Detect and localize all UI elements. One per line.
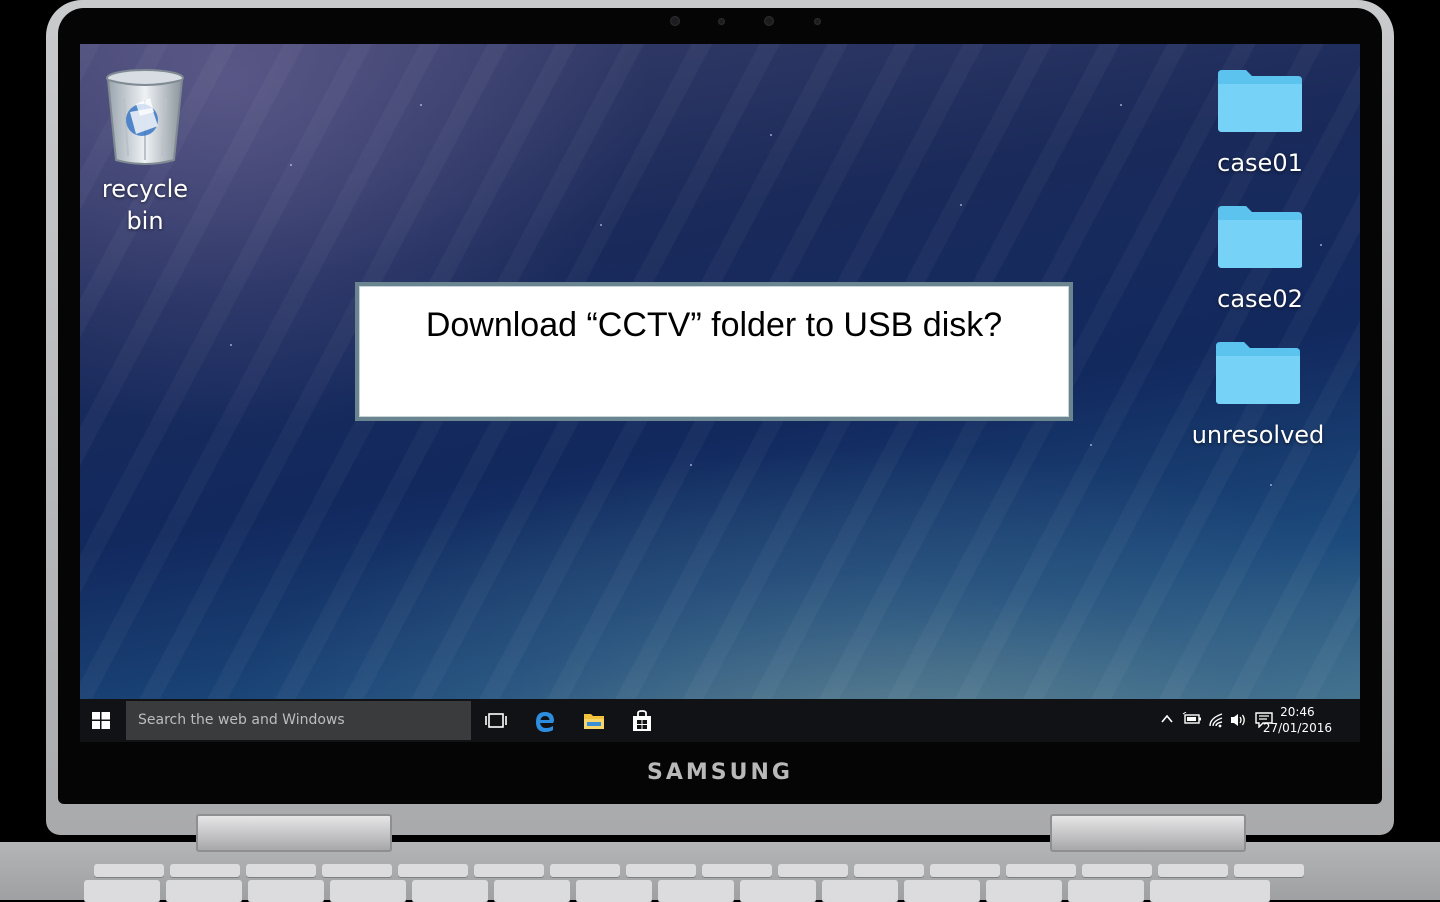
key — [398, 864, 468, 877]
key — [84, 880, 160, 902]
key — [778, 864, 848, 877]
key — [94, 864, 164, 877]
volume-icon[interactable] — [1230, 712, 1248, 728]
key — [246, 864, 316, 877]
case01-label: case01 — [1217, 149, 1303, 177]
chevron-up-icon[interactable] — [1160, 712, 1174, 726]
clock-time: 20:46 — [1280, 705, 1315, 719]
sensor-icon — [814, 18, 821, 25]
edge-icon[interactable] — [533, 709, 557, 733]
store-icon[interactable] — [630, 709, 654, 733]
key — [1068, 880, 1144, 902]
key — [854, 864, 924, 877]
folder-icon — [1216, 342, 1300, 404]
key — [576, 880, 652, 902]
key — [740, 880, 816, 902]
key — [248, 880, 324, 902]
key — [1006, 864, 1076, 877]
file-explorer-icon[interactable] — [582, 709, 606, 733]
key — [904, 880, 980, 902]
clock-date: 27/01/2016 — [1262, 721, 1332, 735]
desktop-icon-unresolved[interactable]: unresolved — [1178, 340, 1338, 451]
battery-icon[interactable] — [1182, 712, 1202, 726]
taskbar-clock[interactable]: 20:46 27/01/2016 — [1263, 704, 1332, 736]
recycle-bin-label-line2: bin — [126, 207, 164, 235]
key — [1234, 864, 1304, 877]
key — [330, 880, 406, 902]
wifi-icon[interactable] — [1208, 712, 1226, 728]
key — [322, 864, 392, 877]
sensor-icon — [718, 18, 725, 25]
hinge-left — [196, 814, 392, 852]
download-dialog: Download “CCTV” folder to USB disk? — [355, 282, 1073, 421]
camera-icon — [764, 16, 774, 26]
case02-label: case02 — [1217, 285, 1303, 313]
task-view-icon[interactable] — [484, 709, 508, 733]
camera-icon — [670, 16, 680, 26]
desktop-screen: recycle bin case01 case02 unresolved Dow… — [80, 44, 1360, 742]
recycle-bin-label-line1: recycle — [101, 175, 189, 203]
folder-icon — [1218, 206, 1302, 268]
key — [986, 880, 1062, 902]
taskbar-search-box[interactable]: Search the web and Windows — [126, 701, 471, 740]
key — [822, 880, 898, 902]
unresolved-label: unresolved — [1191, 421, 1325, 449]
key — [550, 864, 620, 877]
key — [658, 880, 734, 902]
taskbar: Search the web and Windows 20:46 27/01/2… — [80, 699, 1360, 742]
windows-start-icon[interactable] — [92, 712, 110, 729]
desktop-icon-case01[interactable]: case01 — [1180, 68, 1340, 179]
key — [626, 864, 696, 877]
folder-icon — [1218, 70, 1302, 132]
hinge-right — [1050, 814, 1246, 852]
key — [702, 864, 772, 877]
keyboard-number-row — [84, 880, 1270, 902]
key — [494, 880, 570, 902]
key — [930, 864, 1000, 877]
keyboard-function-row — [94, 864, 1304, 877]
key — [170, 864, 240, 877]
recycle-bin-icon — [106, 69, 184, 165]
desktop-icon-recycle-bin[interactable]: recycle bin — [90, 68, 200, 237]
desktop-icon-case02[interactable]: case02 — [1180, 204, 1340, 315]
key — [474, 864, 544, 877]
dialog-message: Download “CCTV” folder to USB disk? — [425, 306, 1003, 344]
key — [166, 880, 242, 902]
key — [412, 880, 488, 902]
key — [1082, 864, 1152, 877]
backspace-key — [1150, 880, 1270, 902]
samsung-logo: SAMSUNG — [647, 760, 793, 785]
key — [1158, 864, 1228, 877]
